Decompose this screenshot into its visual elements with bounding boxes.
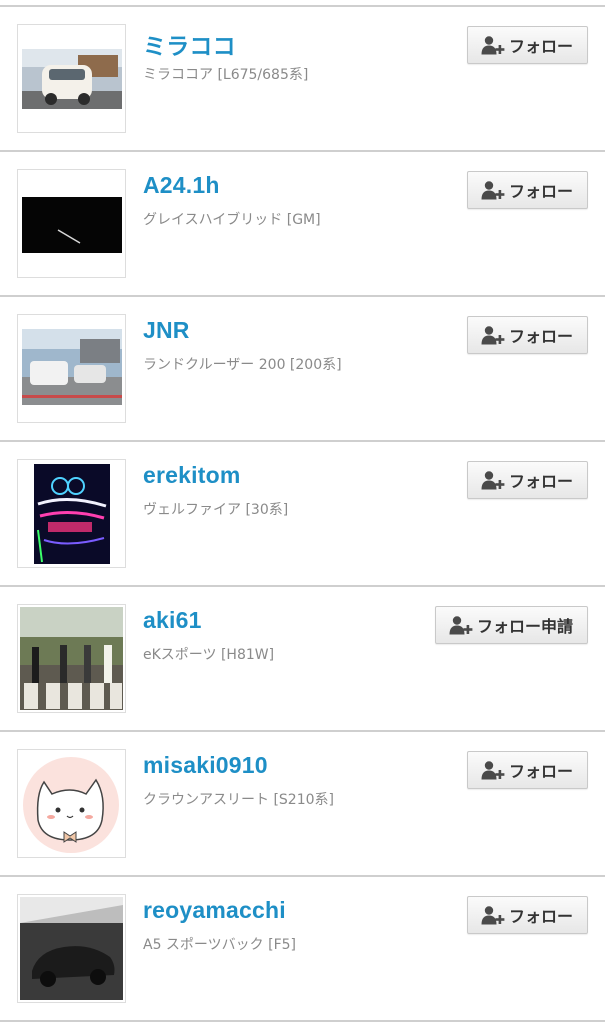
add-user-icon <box>481 325 505 345</box>
user-list-item: reoyamacchi A5 スポーツバック [F5] フォロー <box>0 877 605 1022</box>
follow-button[interactable]: フォロー <box>466 896 588 934</box>
follow-button-label: フォロー <box>508 907 573 926</box>
follow-button[interactable]: フォロー <box>466 26 588 64</box>
car-model-label: グレイスハイブリッド [GM] <box>143 212 321 228</box>
add-user-icon <box>449 615 473 635</box>
follow-button-label: フォロー <box>508 472 573 491</box>
follow-button[interactable]: フォロー <box>466 461 588 499</box>
follow-button-label: フォロー <box>508 37 573 56</box>
user-list-item: A24.1h グレイスハイブリッド [GM] フォロー <box>0 152 605 297</box>
user-list-item: erekitom ヴェルファイア [30系] フォロー <box>0 442 605 587</box>
car-model-label: ランドクルーザー 200 [200系] <box>143 357 342 373</box>
user-avatar[interactable] <box>17 459 126 568</box>
follow-button[interactable]: フォロー <box>466 751 588 789</box>
follow-button-label: フォロー <box>508 327 573 346</box>
car-model-label: クラウンアスリート [S210系] <box>143 792 334 808</box>
add-user-icon <box>481 760 505 780</box>
add-user-icon <box>481 35 505 55</box>
username-link[interactable]: A24.1h <box>143 172 220 199</box>
add-user-icon <box>481 905 505 925</box>
username-link[interactable]: JNR <box>143 317 190 344</box>
user-list-item: ミラココ ミラココア [L675/685系] フォロー <box>0 7 605 152</box>
user-avatar[interactable] <box>17 314 126 423</box>
username-link[interactable]: erekitom <box>143 462 240 489</box>
user-avatar[interactable] <box>17 604 126 713</box>
user-avatar[interactable] <box>17 24 126 133</box>
follow-button-label: フォロー <box>508 182 573 201</box>
sportscar-photo-image <box>18 895 125 1002</box>
car-model-label: A5 スポーツバック [F5] <box>143 937 296 953</box>
car-model-label: ヴェルファイア [30系] <box>143 502 289 518</box>
car-model-label: ミラココア [L675/685系] <box>143 67 309 83</box>
suv-photo-image <box>18 315 125 422</box>
user-avatar[interactable] <box>17 894 126 1003</box>
user-avatar[interactable] <box>17 169 126 278</box>
cat-illustration-image <box>18 750 125 857</box>
add-user-icon <box>481 470 505 490</box>
car-model-label: eKスポーツ [H81W] <box>143 647 275 663</box>
username-link[interactable]: ミラココ <box>143 27 236 61</box>
add-user-icon <box>481 180 505 200</box>
user-list-item: aki61 eKスポーツ [H81W] フォロー申請 <box>0 587 605 732</box>
user-list: ミラココ ミラココア [L675/685系] フォロー A24.1h グレイスハ… <box>0 5 605 1022</box>
car-photo-image <box>18 25 125 132</box>
follow-button[interactable]: フォロー <box>466 171 588 209</box>
follow-button-label: フォロー申請 <box>476 617 573 636</box>
user-avatar[interactable] <box>17 749 126 858</box>
username-link[interactable]: misaki0910 <box>143 752 268 779</box>
crosswalk-photo-image <box>18 605 125 712</box>
night-photo-image <box>18 170 125 277</box>
username-link[interactable]: reoyamacchi <box>143 897 286 924</box>
user-list-item: misaki0910 クラウンアスリート [S210系] フォロー <box>0 732 605 877</box>
neon-photo-image <box>18 460 125 567</box>
follow-request-button[interactable]: フォロー申請 <box>434 606 588 644</box>
follow-button[interactable]: フォロー <box>466 316 588 354</box>
username-link[interactable]: aki61 <box>143 607 202 634</box>
user-list-item: JNR ランドクルーザー 200 [200系] フォロー <box>0 297 605 442</box>
follow-button-label: フォロー <box>508 762 573 781</box>
